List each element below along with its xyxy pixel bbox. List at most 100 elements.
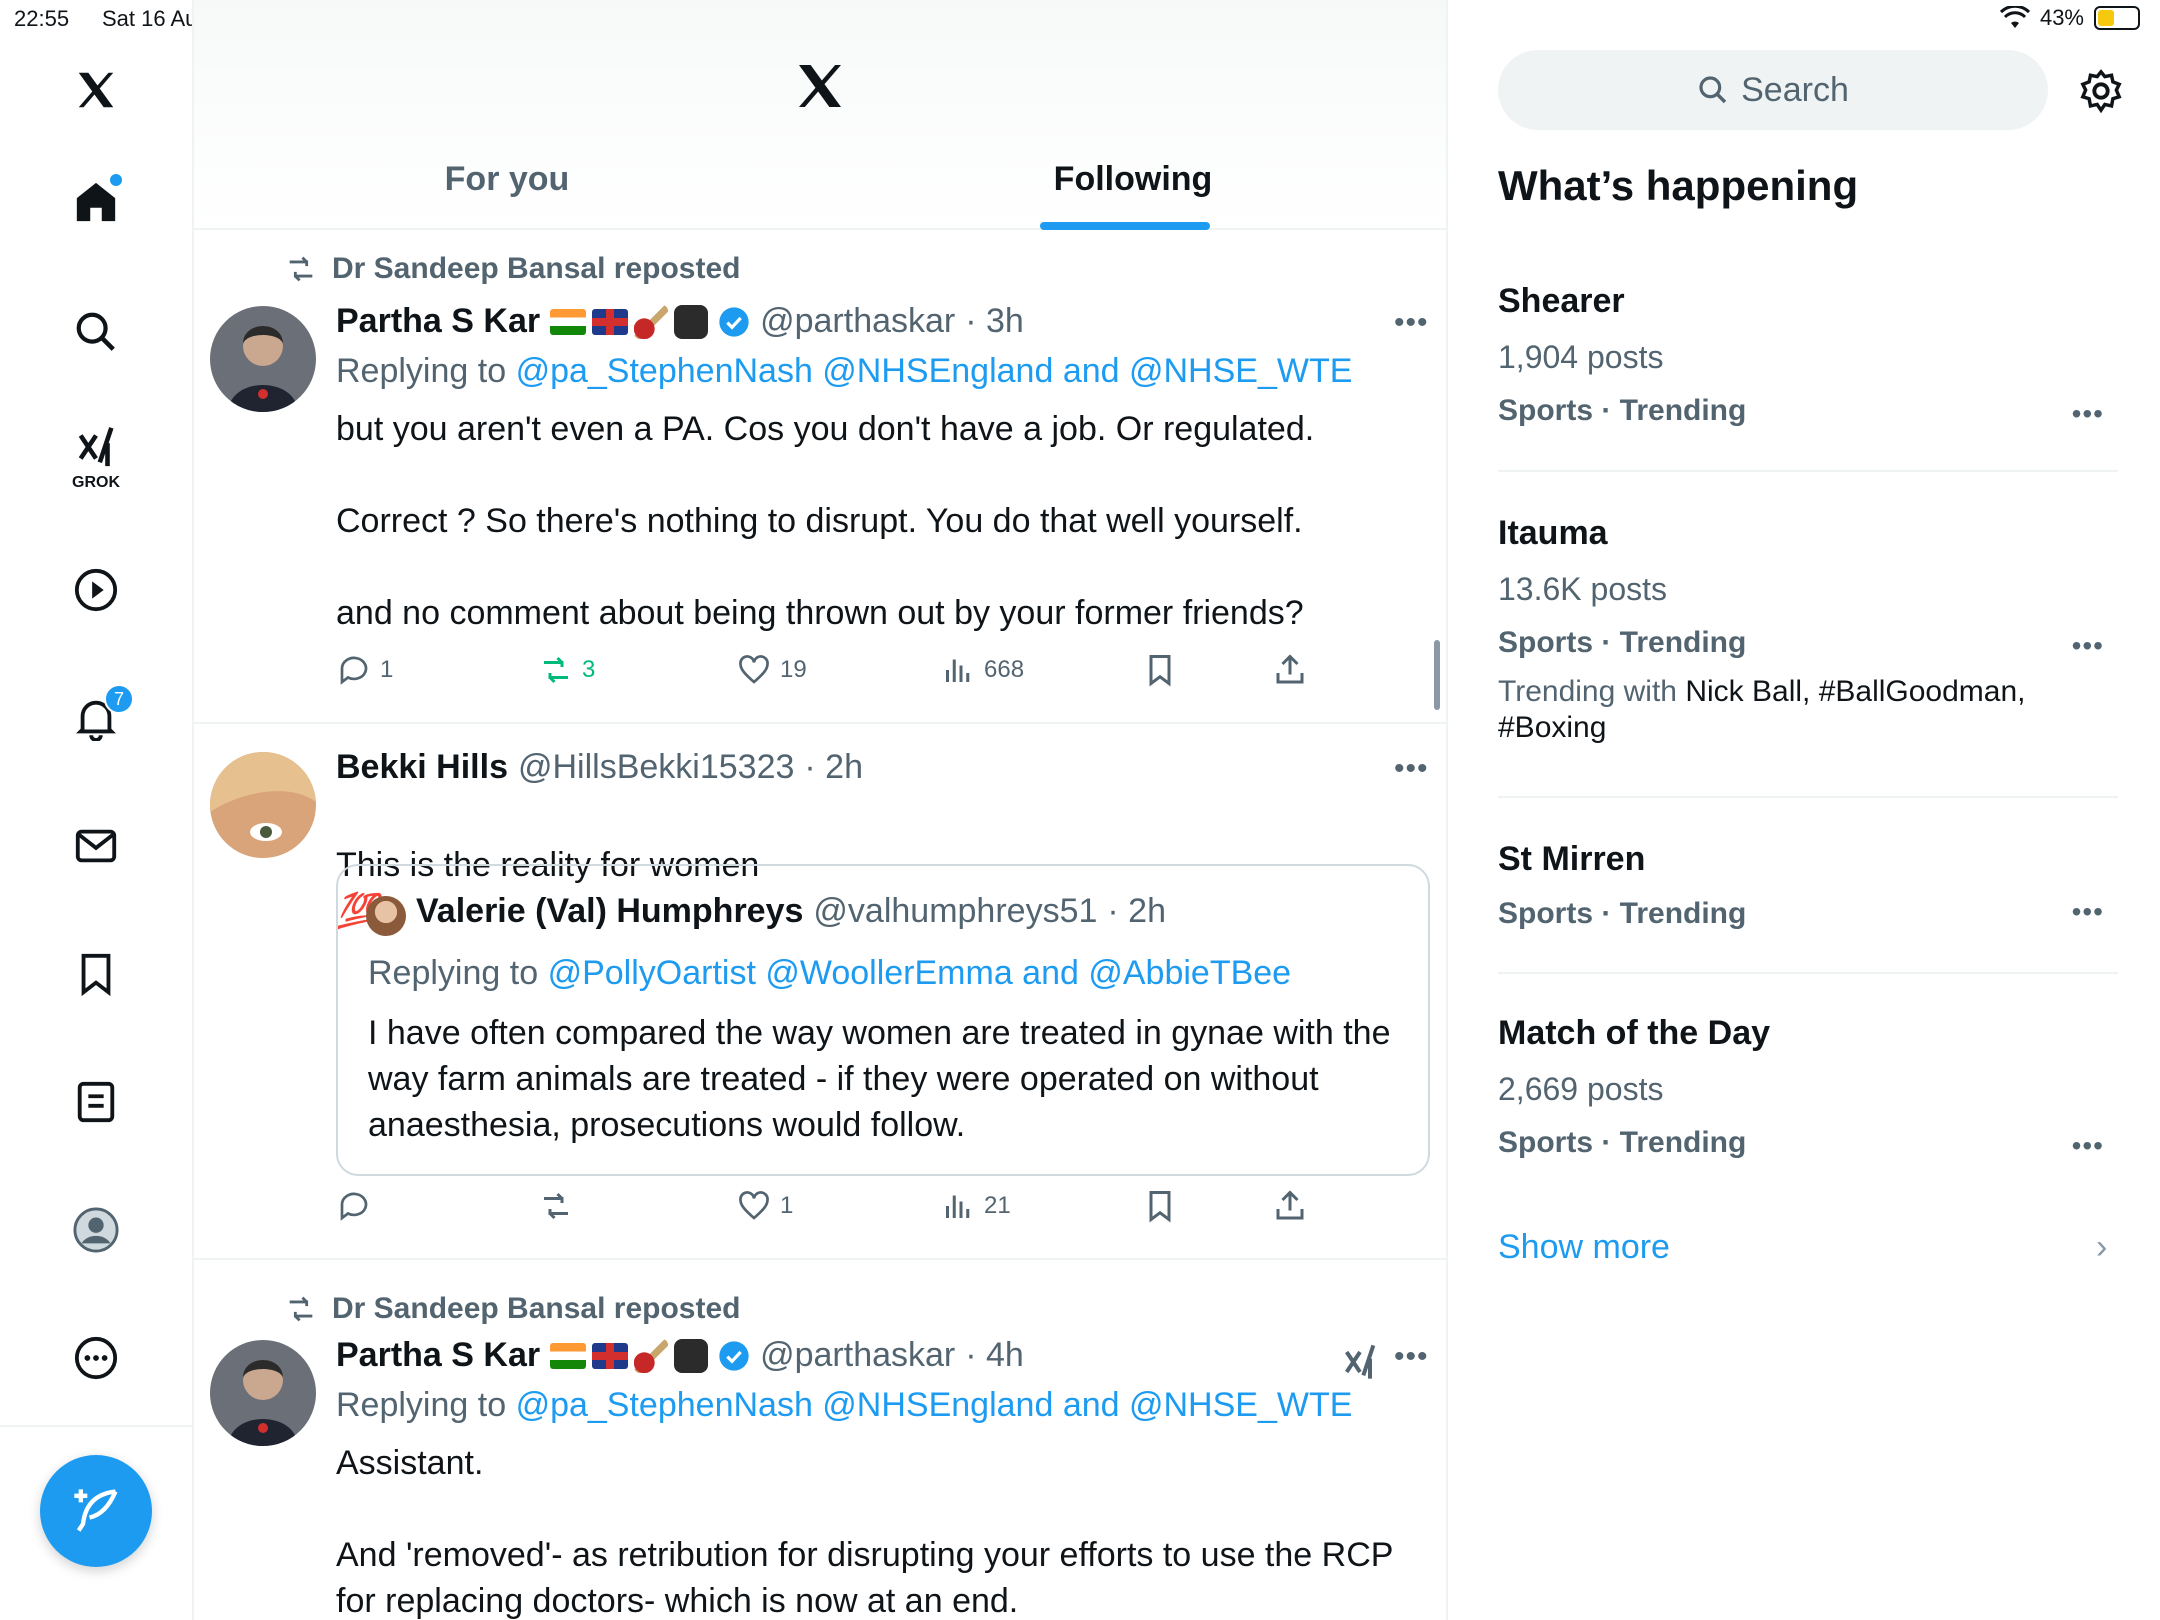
tweet-header: Bekki Hills @HillsBekki15323 · 2h — [336, 748, 863, 787]
scrollbar-thumb[interactable] — [1434, 640, 1440, 710]
active-tab-indicator — [1040, 222, 1210, 230]
bell-icon[interactable]: 7 — [66, 684, 134, 748]
notifications-badge: 7 — [104, 684, 134, 714]
trend-more-icon[interactable]: ••• — [2072, 630, 2104, 662]
views-icon — [946, 1195, 970, 1218]
verified-badge-icon — [719, 306, 749, 337]
more-options-icon[interactable]: ••• — [1394, 306, 1429, 340]
trend-more-icon[interactable]: ••• — [2072, 1130, 2104, 1162]
trend-item[interactable]: Itauma 13.6K posts Sports · Trending Tre… — [1498, 514, 2118, 746]
trend-item[interactable]: Match of the Day 2,669 posts Sports · Tr… — [1498, 1014, 2118, 1162]
replying-to-handles[interactable]: @pa_StephenNash @NHSEngland and @NHSE_WT… — [516, 352, 1353, 390]
reply-button[interactable] — [336, 1188, 380, 1224]
more-options-icon[interactable]: ••• — [1394, 1340, 1429, 1374]
avatar-icon[interactable] — [66, 1200, 126, 1260]
bookmark-icon[interactable] — [66, 944, 126, 1004]
author-name[interactable]: Partha S Kar — [336, 1336, 540, 1375]
repost-button[interactable] — [538, 1188, 582, 1224]
view-count: 668 — [984, 656, 1025, 683]
like-count: 19 — [780, 656, 807, 683]
quote-time: · 2h — [1107, 892, 1166, 930]
sidebar: GROK 7 — [0, 0, 194, 1620]
views-button[interactable]: 21 — [940, 1188, 1011, 1224]
trend-item[interactable]: St Mirren Sports · Trending ••• — [1498, 840, 2118, 931]
quote-replying-to: Replying to @PollyOartist @WoollerEmma a… — [368, 954, 1291, 993]
uk-flag-icon — [592, 308, 629, 335]
grok-icon[interactable] — [1340, 1342, 1380, 1382]
search-icon[interactable] — [66, 302, 126, 362]
replying-to: Replying to @pa_StephenNash @NHSEngland … — [336, 352, 1352, 391]
new-posts-dot — [110, 174, 122, 186]
show-more-link[interactable]: Show more — [1498, 1228, 1670, 1267]
tweet-header: Partha S Kar @parthaskar · 3h — [336, 302, 1024, 341]
tab-for-you[interactable]: For you — [194, 160, 820, 199]
quote-author-name: Valerie (Val) Humphreys — [416, 892, 804, 930]
share-button[interactable] — [1272, 652, 1308, 688]
trend-more-icon[interactable]: ••• — [2072, 398, 2104, 430]
more-circle-icon[interactable] — [66, 1328, 126, 1388]
repost-label: Dr Sandeep Bansal reposted — [332, 1292, 741, 1325]
play-icon[interactable] — [66, 560, 126, 620]
replying-to-handles[interactable]: @pa_StephenNash @NHSEngland and @NHSE_WT… — [516, 1386, 1353, 1424]
x-logo-icon[interactable] — [66, 60, 126, 120]
trending-with-prefix: Trending with — [1498, 675, 1677, 708]
reply-icon — [340, 1192, 368, 1221]
like-button[interactable]: 19 — [736, 652, 807, 688]
author-name[interactable]: Partha S Kar — [336, 302, 540, 341]
grok-icon[interactable]: GROK — [66, 424, 126, 491]
trend-count: 1,904 posts — [1498, 339, 1664, 375]
quote-text: I have often compared the way women are … — [368, 1014, 1391, 1144]
repost-icon — [289, 1296, 313, 1322]
author-handle[interactable]: @parthaskar — [760, 302, 955, 341]
tweet[interactable]: Bekki Hills @HillsBekki15323 · 2h ••• Th… — [194, 724, 1446, 1260]
more-options-icon[interactable]: ••• — [1394, 752, 1429, 786]
trend-item[interactable]: Shearer 1,904 posts Sports · Trending ••… — [1498, 282, 2118, 430]
tweet-time[interactable]: · 4h — [965, 1336, 1024, 1375]
avatar[interactable] — [210, 1340, 316, 1446]
quote-author-handle: @valhumphreys51 — [813, 892, 1098, 930]
quote-header: Valerie (Val) Humphreys @valhumphreys51 … — [416, 892, 1166, 931]
reply-button[interactable]: 1 — [336, 652, 393, 688]
bookmark-button[interactable] — [1142, 652, 1178, 688]
avatar[interactable] — [210, 306, 316, 412]
list-icon[interactable] — [66, 1072, 126, 1132]
grok-label: GROK — [72, 474, 120, 491]
repost-button[interactable]: 3 — [538, 652, 595, 688]
quote-replying-to-handles[interactable]: @PollyOartist @WoollerEmma and @AbbieTBe… — [548, 954, 1292, 992]
compose-icon — [74, 1489, 118, 1532]
home-icon[interactable] — [66, 172, 126, 232]
timeline: For you Following Dr Sandeep Bansal repo… — [194, 0, 1448, 1620]
repost-icon — [289, 256, 313, 282]
like-button[interactable]: 1 — [736, 1188, 793, 1224]
sidebar-divider — [0, 1425, 194, 1427]
bookmark-button[interactable] — [1142, 1188, 1178, 1224]
compose-button[interactable] — [40, 1455, 152, 1567]
share-button[interactable] — [1272, 1188, 1308, 1224]
tweet-header: Partha S Kar @parthaskar · 4h — [336, 1336, 1024, 1375]
author-handle[interactable]: @parthaskar — [760, 1336, 955, 1375]
x-logo-icon[interactable] — [792, 58, 848, 114]
trend-title: Shearer — [1498, 282, 1625, 320]
trend-category: Sports · Trending — [1498, 897, 1747, 930]
tweet[interactable]: Dr Sandeep Bansal reposted Partha S Kar … — [194, 230, 1446, 724]
cricket-icon — [634, 304, 669, 339]
trend-category: Sports · Trending — [1498, 394, 1747, 427]
trend-more-icon[interactable]: ••• — [2072, 896, 2104, 928]
gear-icon[interactable] — [2078, 68, 2124, 114]
trend-divider — [1498, 972, 2118, 974]
author-handle[interactable]: @HillsBekki15323 — [518, 748, 794, 787]
tweet[interactable]: Dr Sandeep Bansal reposted Partha S Kar … — [194, 1260, 1446, 1620]
search-input[interactable]: Search — [1498, 50, 2048, 130]
mail-icon[interactable] — [66, 816, 126, 876]
tweet-time[interactable]: · 2h — [804, 748, 863, 787]
tweet-time[interactable]: · 3h — [965, 302, 1024, 341]
repost-context: Dr Sandeep Bansal reposted — [284, 252, 740, 286]
author-name[interactable]: Bekki Hills — [336, 748, 508, 787]
trend-divider — [1498, 796, 2118, 798]
views-button[interactable]: 668 — [940, 652, 1024, 688]
trend-divider — [1498, 470, 2118, 472]
tweet-text: Assistant. And 'removed'- as retribution… — [336, 1444, 1393, 1620]
tab-following[interactable]: Following — [820, 160, 1446, 199]
quoted-tweet[interactable]: Valerie (Val) Humphreys @valhumphreys51 … — [336, 864, 1430, 1176]
avatar[interactable] — [210, 752, 316, 858]
